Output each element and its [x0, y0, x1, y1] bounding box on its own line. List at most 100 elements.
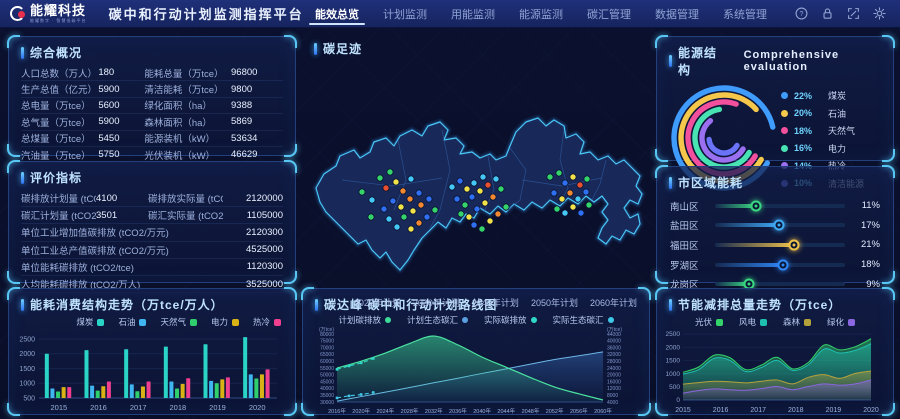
- bar-天然气-2020[interactable]: [254, 378, 259, 398]
- legend-item-煤炭[interactable]: 煤炭: [76, 316, 105, 328]
- footprint-dot[interactable]: [574, 195, 582, 203]
- bar-煤炭-2016[interactable]: [84, 350, 89, 398]
- bar-电力-2019[interactable]: [220, 379, 225, 398]
- footprint-dot[interactable]: [555, 169, 563, 177]
- footprint-dot[interactable]: [582, 188, 590, 196]
- plan-button-2050年计划[interactable]: 2050年计划: [531, 296, 578, 309]
- footprint-dot[interactable]: [479, 173, 487, 181]
- district-slider-track[interactable]: [715, 219, 845, 231]
- footprint-dot[interactable]: [393, 223, 401, 231]
- footprint-dot[interactable]: [407, 225, 415, 233]
- footprint-dot[interactable]: [461, 201, 469, 209]
- district-slider-track[interactable]: [715, 239, 845, 251]
- footprint-dot[interactable]: [389, 197, 397, 205]
- bar-石油-2020[interactable]: [248, 374, 253, 398]
- bar-石油-2017[interactable]: [129, 384, 134, 398]
- energy-legend-天然气[interactable]: 18% 天然气: [781, 124, 887, 137]
- footprint-dot[interactable]: [382, 184, 390, 192]
- bar-天然气-2019[interactable]: [214, 383, 219, 398]
- plan-button-2060年计划[interactable]: 2060年计划: [590, 296, 637, 309]
- district-slider-knob[interactable]: [777, 259, 789, 271]
- footprint-dot[interactable]: [415, 189, 423, 197]
- bar-煤炭-2017[interactable]: [124, 349, 129, 398]
- bar-天然气-2016[interactable]: [95, 390, 100, 398]
- footprint-dot[interactable]: [409, 207, 417, 215]
- plan-button-2030年计划[interactable]: 2030年计划: [413, 296, 460, 309]
- footprint-dot[interactable]: [400, 213, 408, 221]
- tab-用能监测[interactable]: 用能监测: [449, 0, 497, 27]
- lock-icon[interactable]: [821, 7, 834, 20]
- footprint-dot[interactable]: [561, 209, 569, 217]
- footprint-dot[interactable]: [476, 187, 484, 195]
- footprint-dot[interactable]: [358, 188, 366, 196]
- footprint-dot[interactable]: [417, 201, 425, 209]
- footprint-dot[interactable]: [583, 175, 591, 183]
- legend-item-绿化[interactable]: 绿化: [827, 316, 856, 328]
- plan-button-2025年计划[interactable]: 2025年计划: [354, 296, 401, 309]
- bar-石油-2015[interactable]: [50, 388, 55, 398]
- energy-legend-煤炭[interactable]: 22% 煤炭: [781, 89, 887, 102]
- footprint-dot[interactable]: [470, 179, 478, 187]
- footprint-dot[interactable]: [569, 203, 577, 211]
- legend-item-天然气[interactable]: 天然气: [160, 316, 197, 328]
- footprint-dot[interactable]: [423, 213, 431, 221]
- bar-煤炭-2015[interactable]: [44, 353, 49, 398]
- footprint-dot[interactable]: [456, 177, 464, 185]
- footprint-dot[interactable]: [566, 189, 574, 197]
- bar-热冷-2016[interactable]: [106, 381, 111, 398]
- legend-item-电力[interactable]: 电力: [211, 316, 239, 328]
- footprint-dot[interactable]: [486, 217, 494, 225]
- footprint-dot[interactable]: [569, 173, 577, 181]
- footprint-dot[interactable]: [558, 195, 566, 203]
- footprint-dot[interactable]: [478, 225, 486, 233]
- bar-天然气-2015[interactable]: [56, 391, 61, 398]
- footprint-dot[interactable]: [407, 175, 415, 183]
- footprint-dot[interactable]: [406, 195, 414, 203]
- tab-计划监测[interactable]: 计划监测: [381, 0, 429, 27]
- footprint-dot[interactable]: [385, 215, 393, 223]
- fullscreen-icon[interactable]: [847, 7, 860, 20]
- footprint-dot[interactable]: [431, 206, 439, 214]
- footprint-dot[interactable]: [577, 209, 585, 217]
- footprint-dot[interactable]: [468, 193, 476, 201]
- footprint-dot[interactable]: [481, 199, 489, 207]
- bar-煤炭-2018[interactable]: [163, 346, 168, 398]
- bar-电力-2017[interactable]: [140, 386, 145, 398]
- legend-item-实际生态碳汇[interactable]: 实际生态碳汇: [553, 314, 614, 326]
- footprint-dot[interactable]: [457, 210, 465, 218]
- tab-系统管理[interactable]: 系统管理: [721, 0, 769, 27]
- footprint-dot[interactable]: [415, 219, 423, 227]
- bar-石油-2016[interactable]: [90, 385, 95, 398]
- footprint-dot[interactable]: [473, 205, 481, 213]
- footprint-dot[interactable]: [546, 173, 554, 181]
- legend-item-石油[interactable]: 石油: [118, 316, 147, 328]
- footprint-dot[interactable]: [376, 174, 384, 182]
- district-slider-track[interactable]: [715, 259, 845, 271]
- energy-legend-电力[interactable]: 16% 电力: [781, 142, 887, 155]
- footprint-dot[interactable]: [494, 210, 502, 218]
- tab-能效总览[interactable]: 能效总览: [309, 0, 365, 27]
- settings-icon[interactable]: [873, 7, 886, 20]
- legend-item-森林[interactable]: 森林: [783, 316, 812, 328]
- legend-item-计划生态碳汇[interactable]: 计划生态碳汇: [407, 314, 468, 326]
- plan-button-2040年计划[interactable]: 2040年计划: [472, 296, 519, 309]
- footprint-dot[interactable]: [368, 196, 376, 204]
- bar-热冷-2018[interactable]: [186, 378, 191, 398]
- footprint-dot[interactable]: [465, 213, 473, 221]
- bar-石油-2019[interactable]: [209, 380, 214, 398]
- footprint-dot[interactable]: [399, 187, 407, 195]
- footprint-dot[interactable]: [489, 193, 497, 201]
- legend-item-光伏[interactable]: 光伏: [695, 316, 723, 328]
- footprint-dot[interactable]: [425, 195, 433, 203]
- district-slider-knob[interactable]: [773, 219, 785, 231]
- legend-item-风电[interactable]: 风电: [739, 316, 767, 328]
- footprint-dot[interactable]: [484, 181, 492, 189]
- district-slider-track[interactable]: [715, 200, 845, 212]
- tab-数据管理[interactable]: 数据管理: [653, 0, 701, 27]
- legend-item-热冷[interactable]: 热冷: [253, 316, 281, 328]
- legend-item-计划碳排放[interactable]: 计划碳排放: [338, 314, 391, 326]
- legend-item-实际碳排放[interactable]: 实际碳排放: [484, 314, 537, 326]
- footprint-dot[interactable]: [463, 185, 471, 193]
- bar-热冷-2017[interactable]: [146, 381, 151, 398]
- footprint-dot[interactable]: [585, 201, 593, 209]
